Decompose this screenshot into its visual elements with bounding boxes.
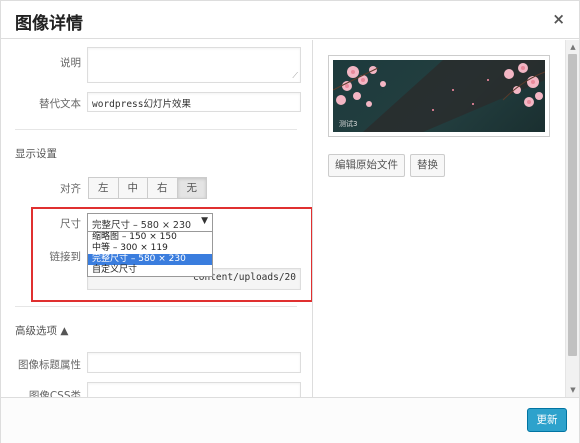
image-details-modal: 图像详情 × 说明 ⟋ 替代文本 wordpress幻灯片效果 显示设置 对齐 … xyxy=(0,0,580,443)
modal-title: 图像详情 xyxy=(15,14,83,34)
scroll-up-icon[interactable]: ▲ xyxy=(566,40,580,54)
resize-handle-icon[interactable]: ⟋ xyxy=(292,71,298,81)
divider xyxy=(15,306,297,307)
close-icon[interactable]: × xyxy=(552,10,565,28)
edit-original-button[interactable]: 编辑原始文件 xyxy=(328,154,405,177)
align-center-button[interactable]: 中 xyxy=(117,177,148,199)
modal-footer: 更新 xyxy=(1,397,579,443)
scrollbar-thumb[interactable] xyxy=(568,54,577,356)
image-css-input[interactable] xyxy=(87,382,301,397)
replace-button[interactable]: 替换 xyxy=(410,154,445,177)
divider xyxy=(15,129,297,130)
align-none-button[interactable]: 无 xyxy=(176,177,207,199)
modal-header: 图像详情 × xyxy=(1,1,579,39)
alt-text-input[interactable]: wordpress幻灯片效果 xyxy=(87,92,301,112)
scroll-down-icon[interactable]: ▼ xyxy=(566,383,580,397)
thumbnail-caption: 测试3 xyxy=(339,120,358,128)
settings-panel: 说明 ⟋ 替代文本 wordpress幻灯片效果 显示设置 对齐 左 中 右 无… xyxy=(1,40,312,397)
display-settings-heading: 显示设置 xyxy=(15,148,57,160)
align-label: 对齐 xyxy=(60,183,81,195)
image-title-input[interactable] xyxy=(87,352,301,373)
align-button-group: 左 中 右 无 xyxy=(88,177,207,199)
align-left-button[interactable]: 左 xyxy=(88,177,119,199)
update-button[interactable]: 更新 xyxy=(527,408,567,432)
image-css-label: 图像CSS类 xyxy=(28,390,81,397)
alt-text-value: wordpress幻灯片效果 xyxy=(92,99,191,110)
thumbnail-image: 测试3 xyxy=(333,60,545,132)
preview-panel: 测试3 编辑原始文件 替换 xyxy=(313,40,565,397)
alt-text-label: 替代文本 xyxy=(39,98,81,110)
annotation-highlight-box xyxy=(31,207,312,302)
align-right-button[interactable]: 右 xyxy=(147,177,178,199)
caption-textarea[interactable]: ⟋ xyxy=(87,47,301,83)
advanced-options-toggle[interactable]: 高级选项 ▲ xyxy=(15,323,68,338)
scrollbar[interactable]: ▲ ▼ xyxy=(565,40,579,397)
caption-label: 说明 xyxy=(60,57,81,69)
blossom-artwork xyxy=(333,60,545,132)
image-title-label: 图像标题属性 xyxy=(18,359,81,371)
caption-value xyxy=(88,48,300,54)
image-thumbnail: 测试3 xyxy=(328,55,550,137)
